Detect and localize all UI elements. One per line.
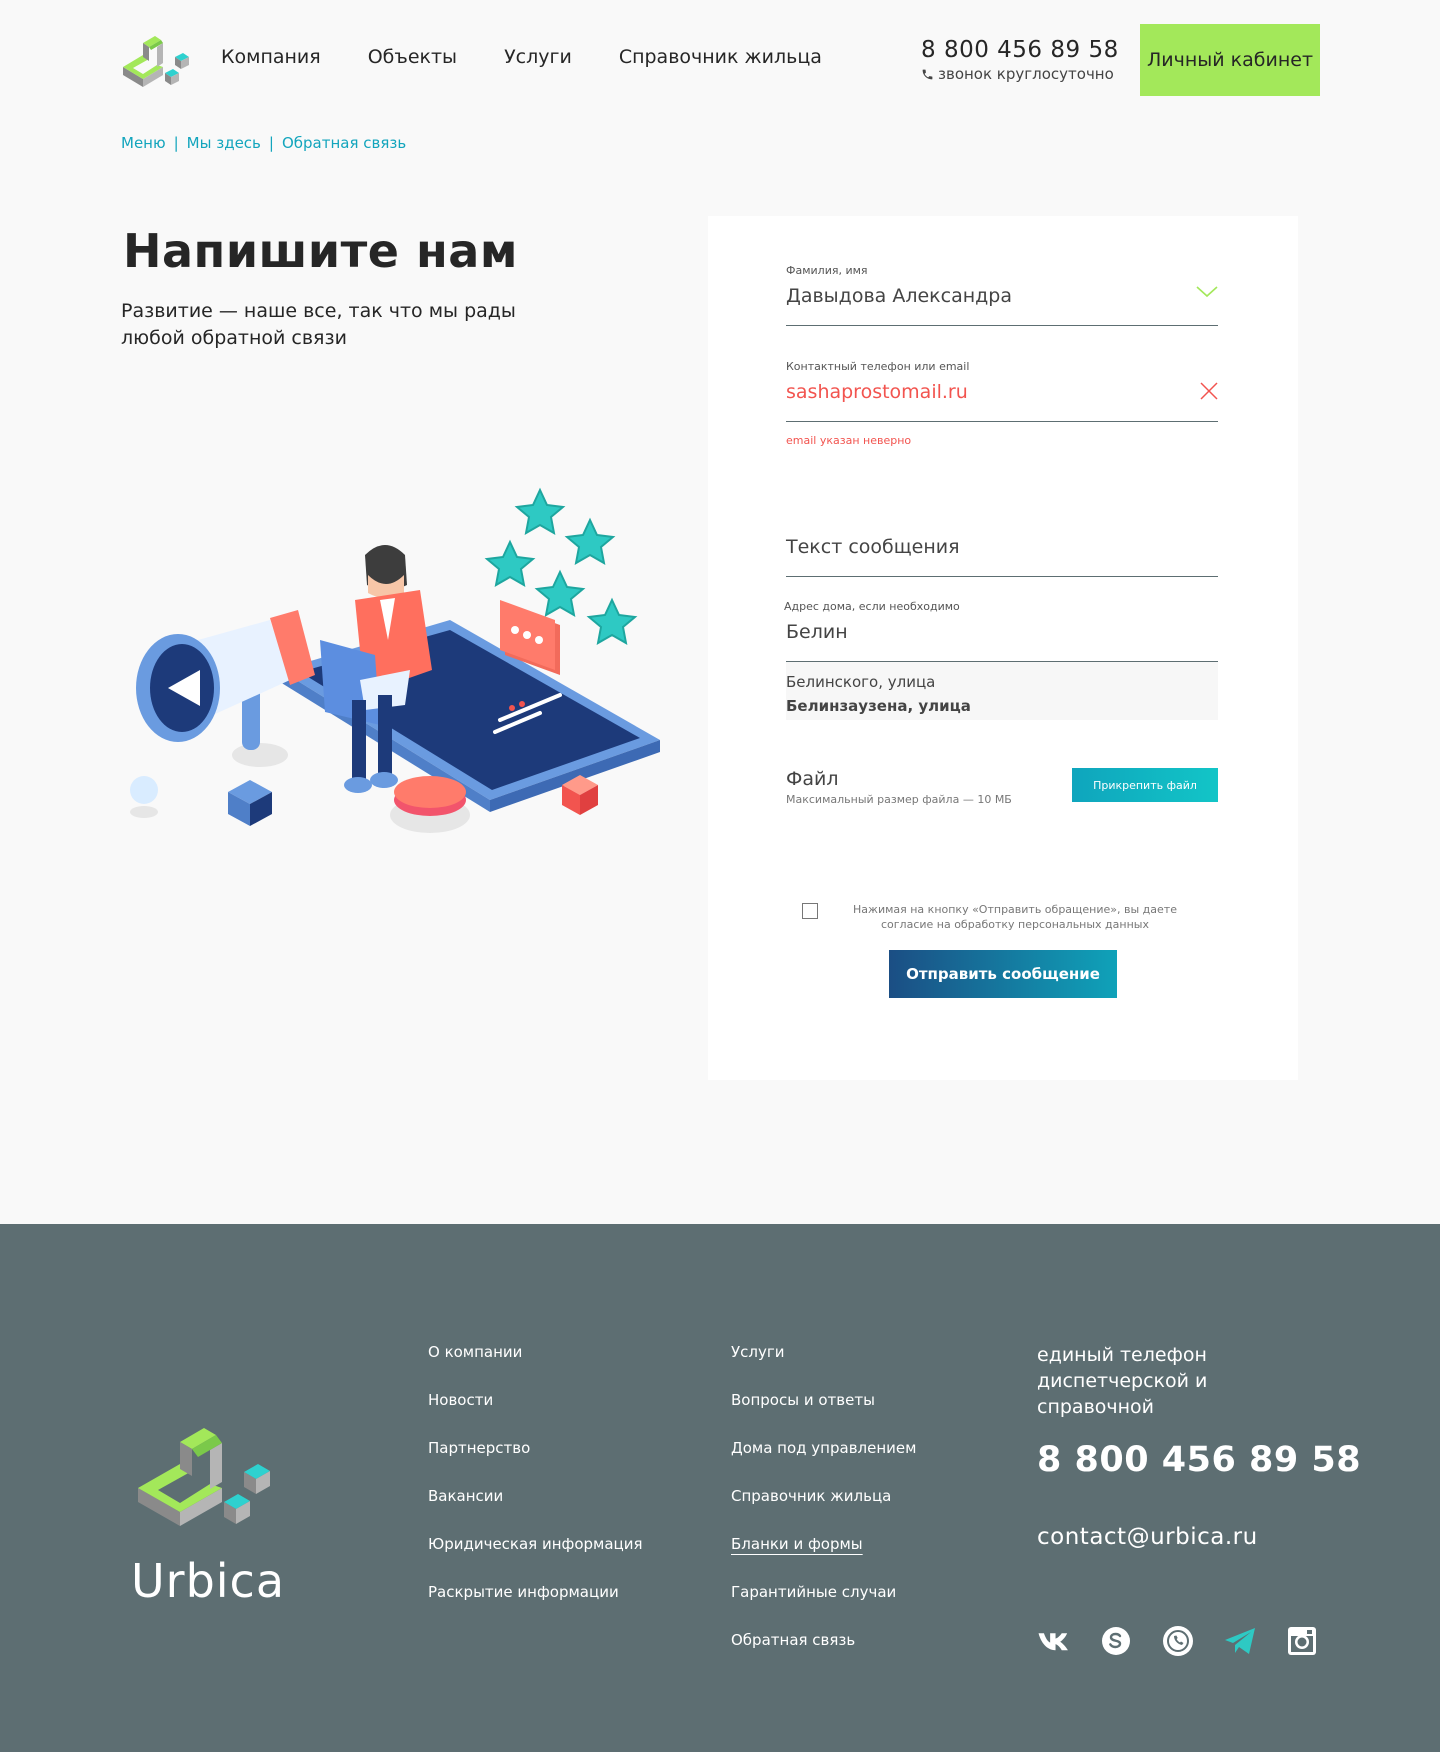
footer-link[interactable]: О компании bbox=[428, 1342, 643, 1363]
breadcrumb: Меню | Мы здесь | Обратная связь bbox=[121, 134, 406, 152]
header-phone-sub: звонок круглосуточно bbox=[921, 65, 1119, 83]
submit-button[interactable]: Отправить сообщение bbox=[889, 950, 1117, 998]
nav-objects[interactable]: Объекты bbox=[368, 46, 457, 68]
footer-link[interactable]: Вопросы и ответы bbox=[731, 1390, 916, 1411]
main-nav: Компания Объекты Услуги Справочник жильц… bbox=[221, 46, 822, 68]
address-suggestions: Белинского, улица Белинзаузена, улица bbox=[786, 662, 1218, 720]
nav-services[interactable]: Услуги bbox=[504, 46, 572, 68]
file-size-hint: Максимальный размер файла — 10 МБ bbox=[786, 793, 1012, 806]
footer-contact: единый телефон диспетчерской и справочно… bbox=[1037, 1342, 1361, 1550]
message-input[interactable]: Текст сообщения bbox=[786, 536, 1218, 564]
instagram-icon[interactable] bbox=[1285, 1624, 1319, 1658]
footer-link[interactable]: Гарантийные случаи bbox=[731, 1582, 916, 1603]
consent-checkbox[interactable] bbox=[802, 903, 818, 919]
nav-company[interactable]: Компания bbox=[221, 46, 321, 68]
message-field[interactable]: Текст сообщения bbox=[786, 528, 1218, 577]
page-title: Напишите нам bbox=[123, 224, 518, 278]
consent-text: Нажимая на кнопку «Отправить обращение»,… bbox=[853, 903, 1177, 931]
skype-icon[interactable] bbox=[1099, 1624, 1133, 1658]
footer-link[interactable]: Услуги bbox=[731, 1342, 916, 1363]
address-label: Адрес дома, если необходимо bbox=[784, 600, 960, 613]
address-field[interactable]: Адрес дома, если необходимо Белин bbox=[784, 600, 1218, 662]
footer-link-active[interactable]: Бланки и формы bbox=[731, 1534, 916, 1555]
telegram-icon[interactable] bbox=[1223, 1624, 1257, 1658]
footer-col-company: О компании Новости Партнерство Вакансии … bbox=[428, 1342, 643, 1603]
clear-icon[interactable] bbox=[1200, 382, 1218, 400]
feedback-form: Фамилия, имя Давыдова Александра Контакт… bbox=[708, 216, 1298, 1080]
page-background: Компания Объекты Услуги Справочник жильц… bbox=[0, 0, 1440, 1224]
footer-link[interactable]: Дома под управлением bbox=[731, 1438, 916, 1459]
footer-link[interactable]: Партнерство bbox=[428, 1438, 643, 1459]
suggestion-item[interactable]: Белинзаузена, улица bbox=[786, 694, 1218, 718]
footer-email[interactable]: contact@urbica.ru bbox=[1037, 1524, 1361, 1550]
logo[interactable] bbox=[119, 33, 199, 95]
footer-logo[interactable] bbox=[134, 1424, 294, 1544]
footer-col-services: Услуги Вопросы и ответы Дома под управле… bbox=[731, 1342, 916, 1651]
footer-phone[interactable]: 8 800 456 89 58 bbox=[1037, 1440, 1361, 1480]
phone-icon bbox=[922, 69, 933, 79]
footer: Urbica О компании Новости Партнерство Ва… bbox=[0, 1224, 1440, 1752]
name-input[interactable]: Давыдова Александра bbox=[786, 285, 1218, 313]
phone-sub-text: звонок круглосуточно bbox=[938, 65, 1114, 83]
footer-link[interactable]: Юридическая информация bbox=[428, 1534, 643, 1555]
personal-account-button[interactable]: Личный кабинет bbox=[1140, 24, 1320, 96]
footer-link[interactable]: Справочник жильца bbox=[731, 1486, 916, 1507]
breadcrumb-separator: | bbox=[173, 134, 179, 152]
attach-file-button[interactable]: Прикрепить файл bbox=[1072, 768, 1218, 802]
message-underline bbox=[786, 576, 1218, 577]
consent-block: Нажимая на кнопку «Отправить обращение»,… bbox=[802, 902, 1202, 932]
page-lead: Развитие — наше все, так что мы рады люб… bbox=[121, 300, 516, 349]
contact-label: Контактный телефон или email bbox=[786, 360, 970, 373]
footer-link[interactable]: Новости bbox=[428, 1390, 643, 1411]
suggestion-item[interactable]: Белинского, улица bbox=[786, 670, 1218, 694]
header-phone-number[interactable]: 8 800 456 89 58 bbox=[921, 37, 1119, 63]
file-label: Файл bbox=[786, 768, 839, 790]
address-input[interactable]: Белин bbox=[786, 621, 1218, 649]
nav-resident-guide[interactable]: Справочник жильца bbox=[619, 46, 822, 68]
breadcrumb-feedback[interactable]: Обратная связь bbox=[282, 134, 406, 152]
name-field[interactable]: Фамилия, имя Давыдова Александра bbox=[786, 264, 1218, 326]
footer-brand: Urbica bbox=[131, 1554, 286, 1608]
name-underline bbox=[786, 325, 1218, 326]
contact-underline bbox=[786, 421, 1218, 422]
feedback-illustration bbox=[130, 487, 660, 833]
contact-error: email указан неверно bbox=[786, 434, 912, 447]
name-label: Фамилия, имя bbox=[786, 264, 868, 277]
breadcrumb-separator: | bbox=[268, 134, 274, 152]
footer-link[interactable]: Обратная связь bbox=[731, 1630, 916, 1651]
contact-field[interactable]: Контактный телефон или email sashaprosto… bbox=[786, 360, 1218, 447]
breadcrumb-menu[interactable]: Меню bbox=[121, 134, 166, 152]
vk-icon[interactable] bbox=[1037, 1624, 1071, 1658]
breadcrumb-here[interactable]: Мы здесь bbox=[187, 134, 261, 152]
contact-input[interactable]: sashaprostomail.ru bbox=[786, 381, 1218, 409]
social-links bbox=[1037, 1624, 1319, 1658]
whatsapp-icon[interactable] bbox=[1161, 1624, 1195, 1658]
footer-link[interactable]: Вакансии bbox=[428, 1486, 643, 1507]
header-phone: 8 800 456 89 58 звонок круглосуточно bbox=[921, 37, 1119, 83]
check-icon bbox=[1196, 286, 1218, 298]
footer-link[interactable]: Раскрытие информации bbox=[428, 1582, 643, 1603]
footer-contact-title: единый телефон диспетчерской и справочно… bbox=[1037, 1344, 1208, 1418]
